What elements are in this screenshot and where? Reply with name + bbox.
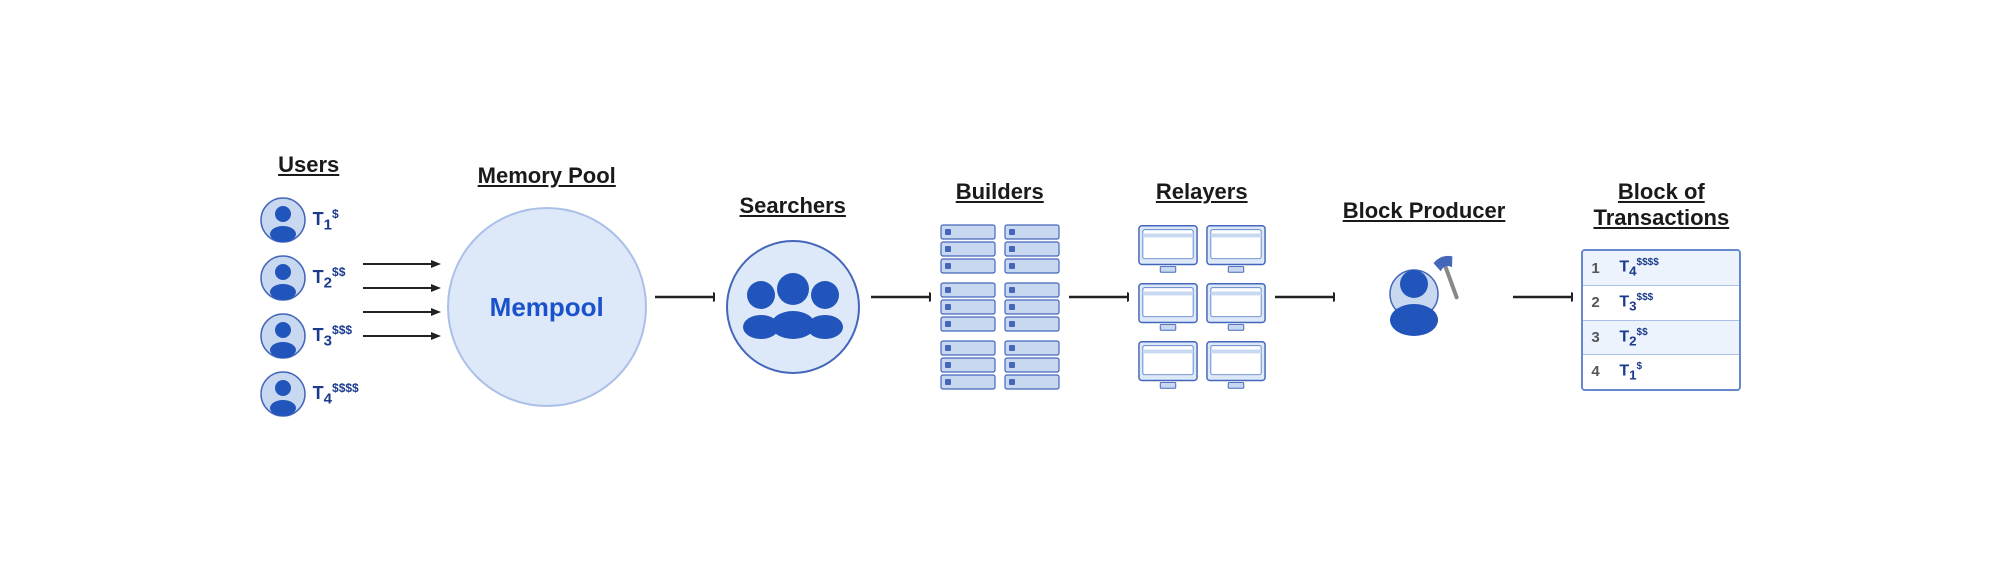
user-icon-2	[259, 254, 307, 302]
monitor-5	[1137, 339, 1199, 391]
builders-section: Builders	[939, 179, 1061, 391]
diagram: Users T1$ T2$$	[20, 15, 1980, 555]
mempool-title: Memory Pool	[478, 163, 616, 189]
searchers-section: Searchers	[723, 193, 863, 377]
monitor-4	[1205, 281, 1267, 333]
arrow-mempool-searchers	[655, 285, 715, 315]
user-icon-3	[259, 312, 307, 360]
user-row-4: T4$$$$	[259, 370, 359, 418]
arrow-searchers-builders	[871, 285, 931, 315]
user-icon-4	[259, 370, 307, 418]
user-icon-1	[259, 196, 307, 244]
user-label-4: T4$$$$	[313, 381, 359, 408]
relayers-grid	[1137, 223, 1267, 391]
user-row-3: T3$$$	[259, 312, 352, 360]
block-row-3: 3 T2$$	[1583, 321, 1739, 356]
block-of-transactions-section: Block ofTransactions 1 T4$$$$ 2 T3$$$ 3 …	[1581, 179, 1741, 390]
block-of-transactions-title: Block ofTransactions	[1593, 179, 1729, 231]
relayers-section: Relayers	[1137, 179, 1267, 391]
block-row-4: 4 T1$	[1583, 355, 1739, 389]
block-producer-section: Block Producer	[1343, 198, 1506, 372]
builders-title: Builders	[956, 179, 1044, 205]
builders-grid	[939, 223, 1061, 391]
block-producer-icon	[1359, 242, 1489, 372]
server-1	[939, 223, 997, 275]
server-5	[939, 339, 997, 391]
server-4	[1003, 281, 1061, 333]
relayers-title: Relayers	[1156, 179, 1248, 205]
block-table: 1 T4$$$$ 2 T3$$$ 3 T2$$ 4 T1$	[1581, 249, 1741, 390]
searchers-icon	[723, 237, 863, 377]
server-6	[1003, 339, 1061, 391]
arrow-builders-relayers	[1069, 285, 1129, 315]
user-row-2: T2$$	[259, 254, 346, 302]
arrow-u1	[363, 257, 443, 271]
user-label-2: T2$$	[313, 265, 346, 292]
monitor-3	[1137, 281, 1199, 333]
users-title: Users	[278, 152, 339, 178]
block-row-1: 1 T4$$$$	[1583, 251, 1739, 286]
arrow-u4	[363, 329, 443, 343]
block-producer-title: Block Producer	[1343, 198, 1506, 224]
block-row-2: 2 T3$$$	[1583, 286, 1739, 321]
users-section: Users T1$ T2$$	[259, 152, 359, 418]
user-label-1: T1$	[313, 207, 339, 234]
searchers-title: Searchers	[740, 193, 846, 219]
arrow-relayers-blockproducer	[1275, 285, 1335, 315]
arrow-u3	[363, 305, 443, 319]
arrow-blockproducer-block	[1513, 285, 1573, 315]
mempool-circle: Mempool	[447, 207, 647, 407]
user-row-1: T1$	[259, 196, 339, 244]
mempool-section: Memory Pool Mempool	[447, 163, 647, 407]
user-to-mempool-arrows	[363, 257, 443, 343]
server-2	[1003, 223, 1061, 275]
users-list: T1$ T2$$ T3$$$	[259, 196, 359, 418]
monitor-2	[1205, 223, 1267, 275]
monitor-6	[1205, 339, 1267, 391]
arrow-u2	[363, 281, 443, 295]
monitor-1	[1137, 223, 1199, 275]
server-3	[939, 281, 997, 333]
user-label-3: T3$$$	[313, 323, 352, 350]
mempool-label: Mempool	[490, 292, 604, 323]
